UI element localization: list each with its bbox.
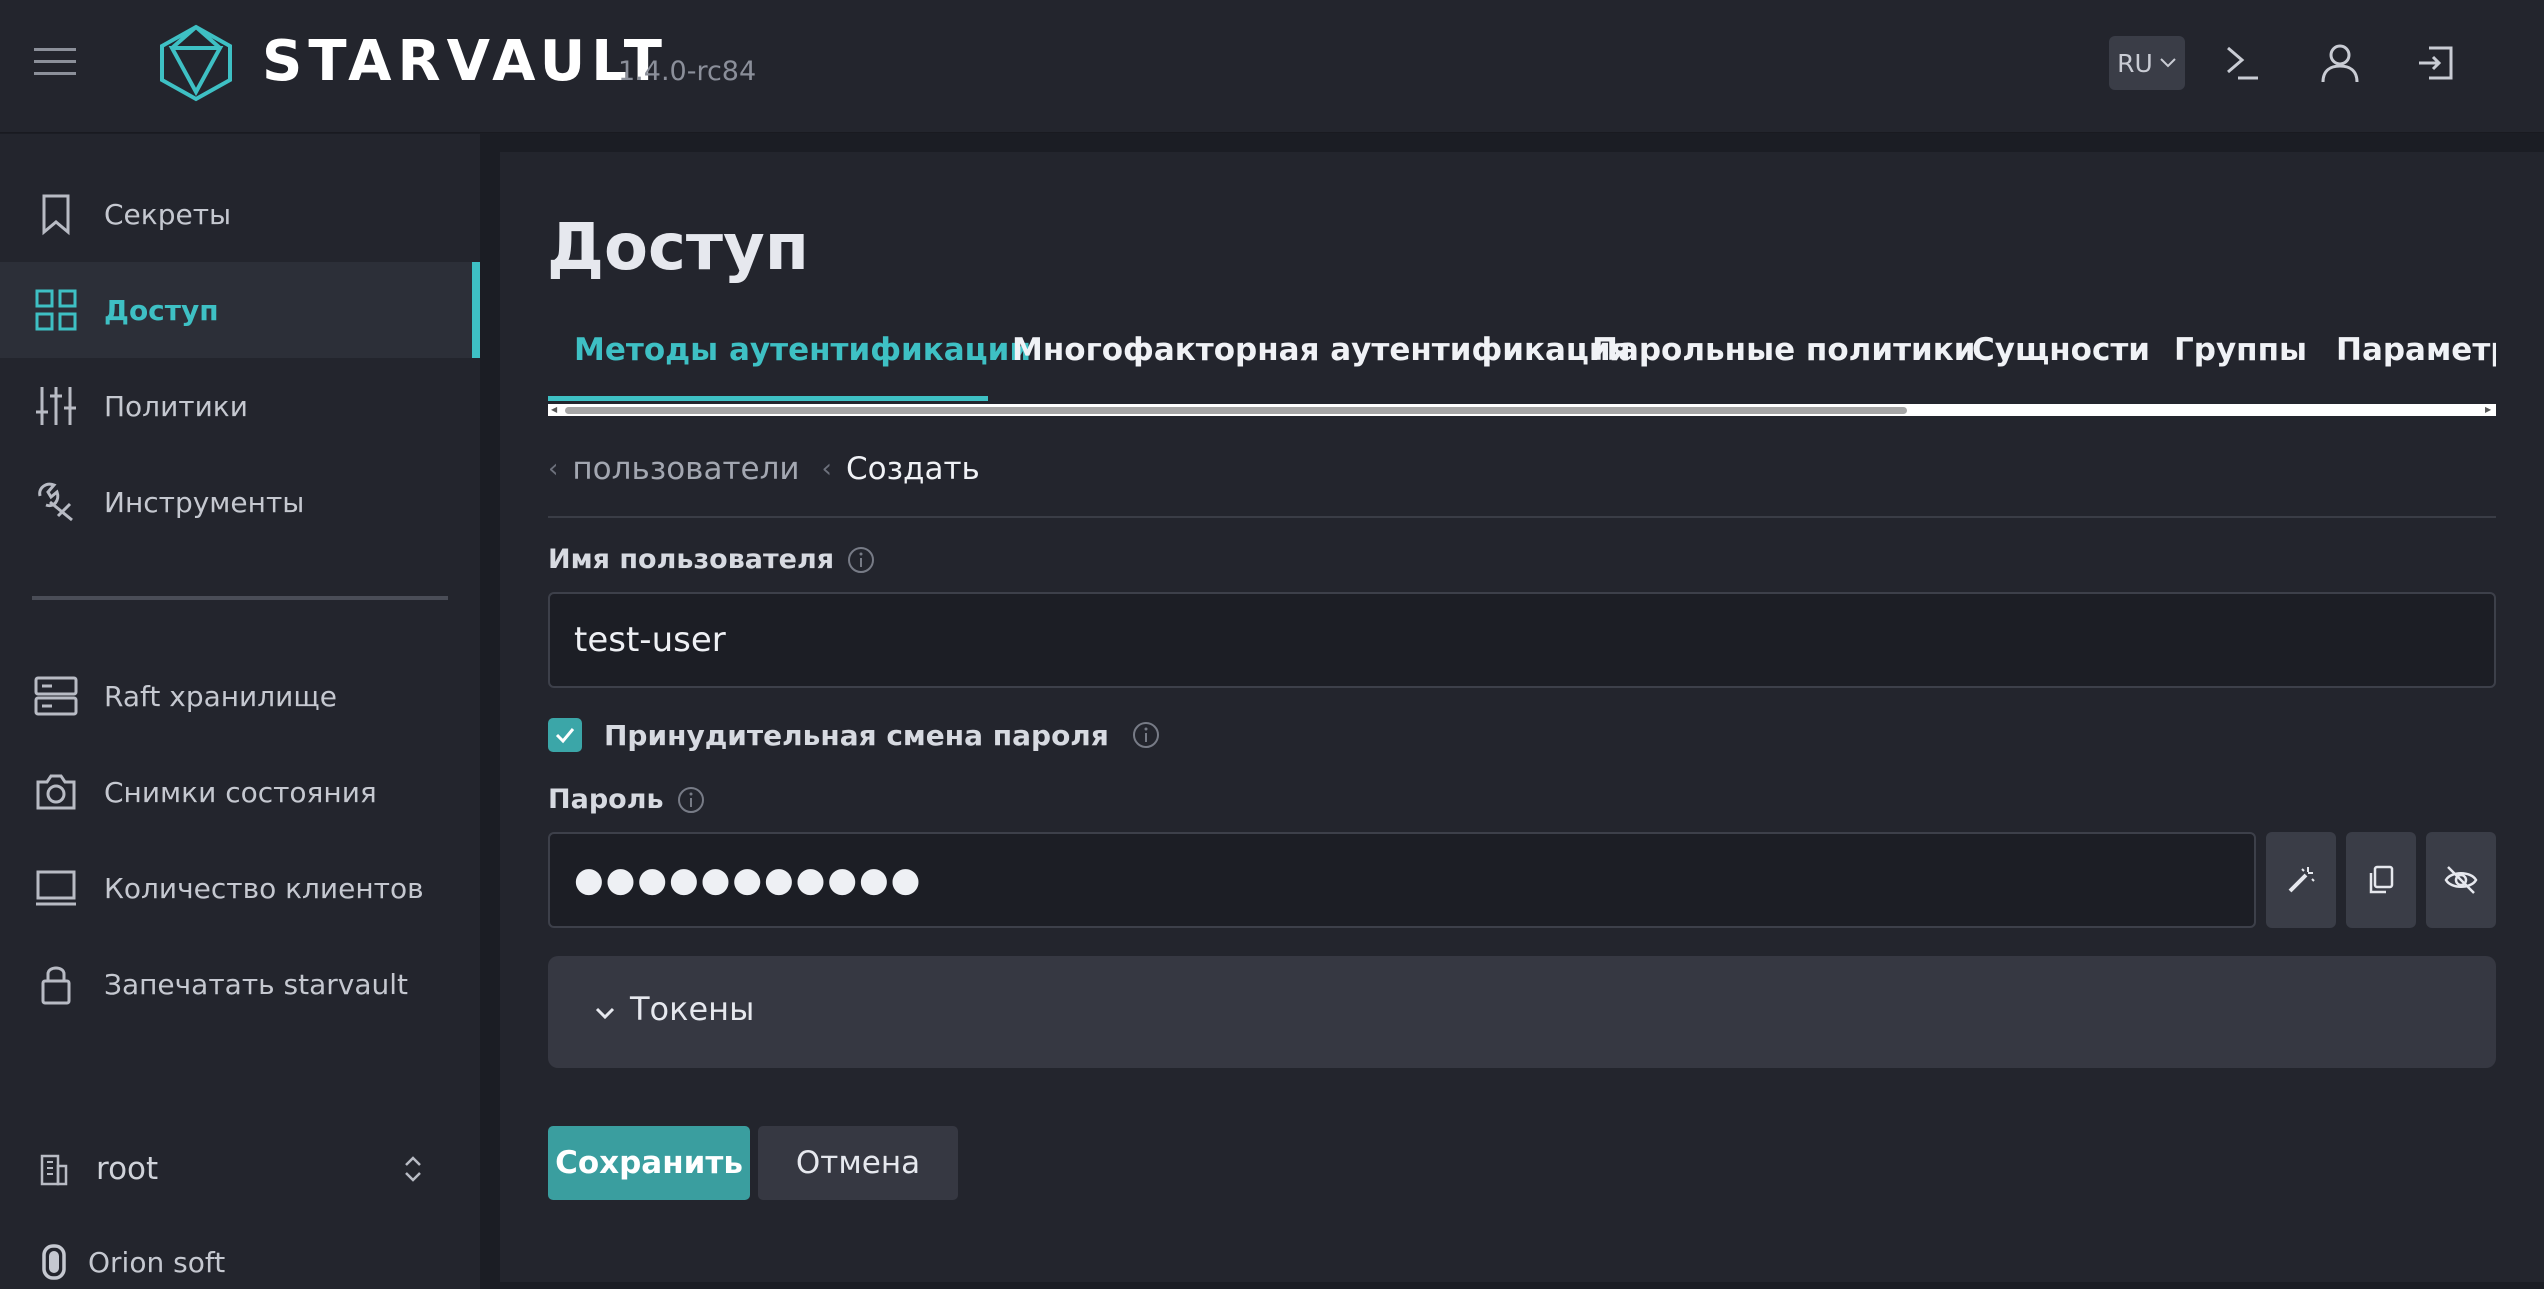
app-version: 1.4.0-rc84 — [618, 56, 757, 87]
info-icon[interactable] — [1131, 720, 1161, 750]
tab-auth-methods[interactable]: Методы аутентификации — [574, 322, 1031, 384]
namespace-label: root — [96, 1151, 159, 1187]
top-bar: STARVAULT 1.4.0-rc84 RU — [0, 0, 2544, 133]
copy-icon — [2369, 865, 2394, 894]
password-field[interactable] — [548, 832, 2256, 928]
camera-icon — [36, 774, 76, 810]
tab-entities[interactable]: Сущности — [1972, 322, 2150, 384]
user-icon[interactable] — [2317, 40, 2363, 86]
breadcrumb: ‹ пользователи ‹ Создать — [548, 442, 980, 496]
force-password-change-label: Принудительная смена пароля — [604, 718, 1109, 752]
namespace-picker[interactable]: root — [0, 1134, 480, 1204]
tab-parameters[interactable]: Параметры — [2336, 322, 2496, 384]
sidebar-item-client-count[interactable]: Количество клиентов — [0, 840, 480, 936]
cancel-button[interactable]: Отмена — [758, 1126, 958, 1200]
language-select[interactable]: RU — [2109, 36, 2185, 90]
copy-password-button[interactable] — [2346, 832, 2416, 928]
sidebar-item-tools[interactable]: Инструменты — [0, 454, 480, 550]
tab-mfa[interactable]: Многофакторная аутентификация — [1012, 322, 1631, 384]
sliders-icon — [36, 387, 76, 425]
lock-icon — [41, 966, 71, 1005]
sidebar-item-label: Инструменты — [104, 485, 305, 519]
sidebar-item-label: Политики — [104, 389, 248, 423]
main-content: Доступ Методы аутентификации Многофактор… — [500, 152, 2544, 1282]
app-logo-text: STARVAULT — [262, 29, 668, 94]
terminal-icon[interactable] — [2220, 40, 2266, 86]
grid-icon — [35, 289, 77, 331]
info-icon[interactable] — [676, 785, 706, 815]
chevron-up-down-icon — [405, 1156, 421, 1182]
sidebar-item-label: Raft хранилище — [104, 679, 337, 713]
checkmark-icon — [555, 728, 575, 744]
toggle-password-visibility-button[interactable] — [2426, 832, 2496, 928]
building-icon — [40, 1154, 68, 1186]
sidebar-item-label: Секреты — [104, 197, 232, 231]
logout-icon[interactable] — [2413, 40, 2459, 86]
tab-bar: Методы аутентификации Многофакторная аут… — [548, 322, 2496, 384]
tokens-accordion[interactable]: Токены — [548, 956, 2496, 1068]
save-button[interactable]: Сохранить — [548, 1126, 750, 1200]
vendor-footer: Orion soft — [0, 1234, 480, 1289]
chevron-left-icon: ‹ — [548, 454, 559, 484]
sidebar-item-seal[interactable]: Запечатать starvault — [0, 936, 480, 1032]
breadcrumb-parent-link[interactable]: пользователи — [572, 451, 799, 487]
orion-soft-logo-icon — [42, 1244, 66, 1280]
password-label: Пароль — [548, 784, 664, 815]
menu-icon[interactable] — [34, 46, 76, 78]
language-label: RU — [2117, 48, 2153, 78]
sidebar: Секреты Доступ Политики Инструменты Raft… — [0, 134, 480, 1289]
section-divider — [548, 516, 2496, 518]
sidebar-item-policies[interactable]: Политики — [0, 358, 480, 454]
sidebar-item-raft-storage[interactable]: Raft хранилище — [0, 648, 480, 744]
generate-password-button[interactable] — [2266, 832, 2336, 928]
sidebar-item-access[interactable]: Доступ — [0, 262, 480, 358]
tab-groups[interactable]: Группы — [2174, 322, 2307, 384]
tools-icon — [38, 482, 73, 522]
server-icon — [34, 676, 78, 716]
info-icon[interactable] — [846, 545, 876, 575]
force-password-change-row[interactable]: Принудительная смена пароля — [548, 718, 1161, 752]
sidebar-item-label: Запечатать starvault — [104, 967, 408, 1001]
tab-password-policies[interactable]: Парольные политики — [1592, 322, 1976, 384]
chevron-left-icon: ‹ — [821, 454, 832, 484]
scrollbar-thumb[interactable] — [565, 407, 1907, 414]
chevron-down-icon — [2160, 58, 2176, 68]
bookmark-icon — [42, 194, 70, 236]
breadcrumb-current: Создать — [845, 451, 980, 487]
tab-scrollbar[interactable]: ◀ ▶ — [548, 404, 2496, 416]
tokens-label: Токены — [630, 990, 755, 1028]
eye-off-icon — [2444, 866, 2478, 894]
scroll-right-icon[interactable]: ▶ — [2485, 406, 2493, 414]
monitor-icon — [36, 870, 76, 906]
magic-wand-icon — [2288, 867, 2315, 893]
sidebar-item-secrets[interactable]: Секреты — [0, 166, 480, 262]
sidebar-divider — [32, 596, 448, 600]
chevron-down-icon — [595, 1007, 615, 1020]
sidebar-item-snapshots[interactable]: Снимки состояния — [0, 744, 480, 840]
active-tab-indicator — [548, 396, 988, 401]
page-title: Доступ — [547, 211, 809, 285]
sidebar-item-label: Количество клиентов — [104, 871, 424, 905]
password-label-row: Пароль — [548, 784, 706, 815]
starvault-logo-icon — [158, 24, 234, 102]
scroll-left-icon[interactable]: ◀ — [551, 406, 559, 414]
username-field[interactable] — [548, 592, 2496, 688]
sidebar-item-label: Доступ — [104, 293, 219, 327]
vendor-label: Orion soft — [88, 1245, 226, 1279]
username-label-row: Имя пользователя — [548, 544, 876, 575]
username-label: Имя пользователя — [548, 544, 835, 575]
force-password-change-checkbox[interactable] — [548, 718, 582, 752]
sidebar-item-label: Снимки состояния — [104, 775, 377, 809]
